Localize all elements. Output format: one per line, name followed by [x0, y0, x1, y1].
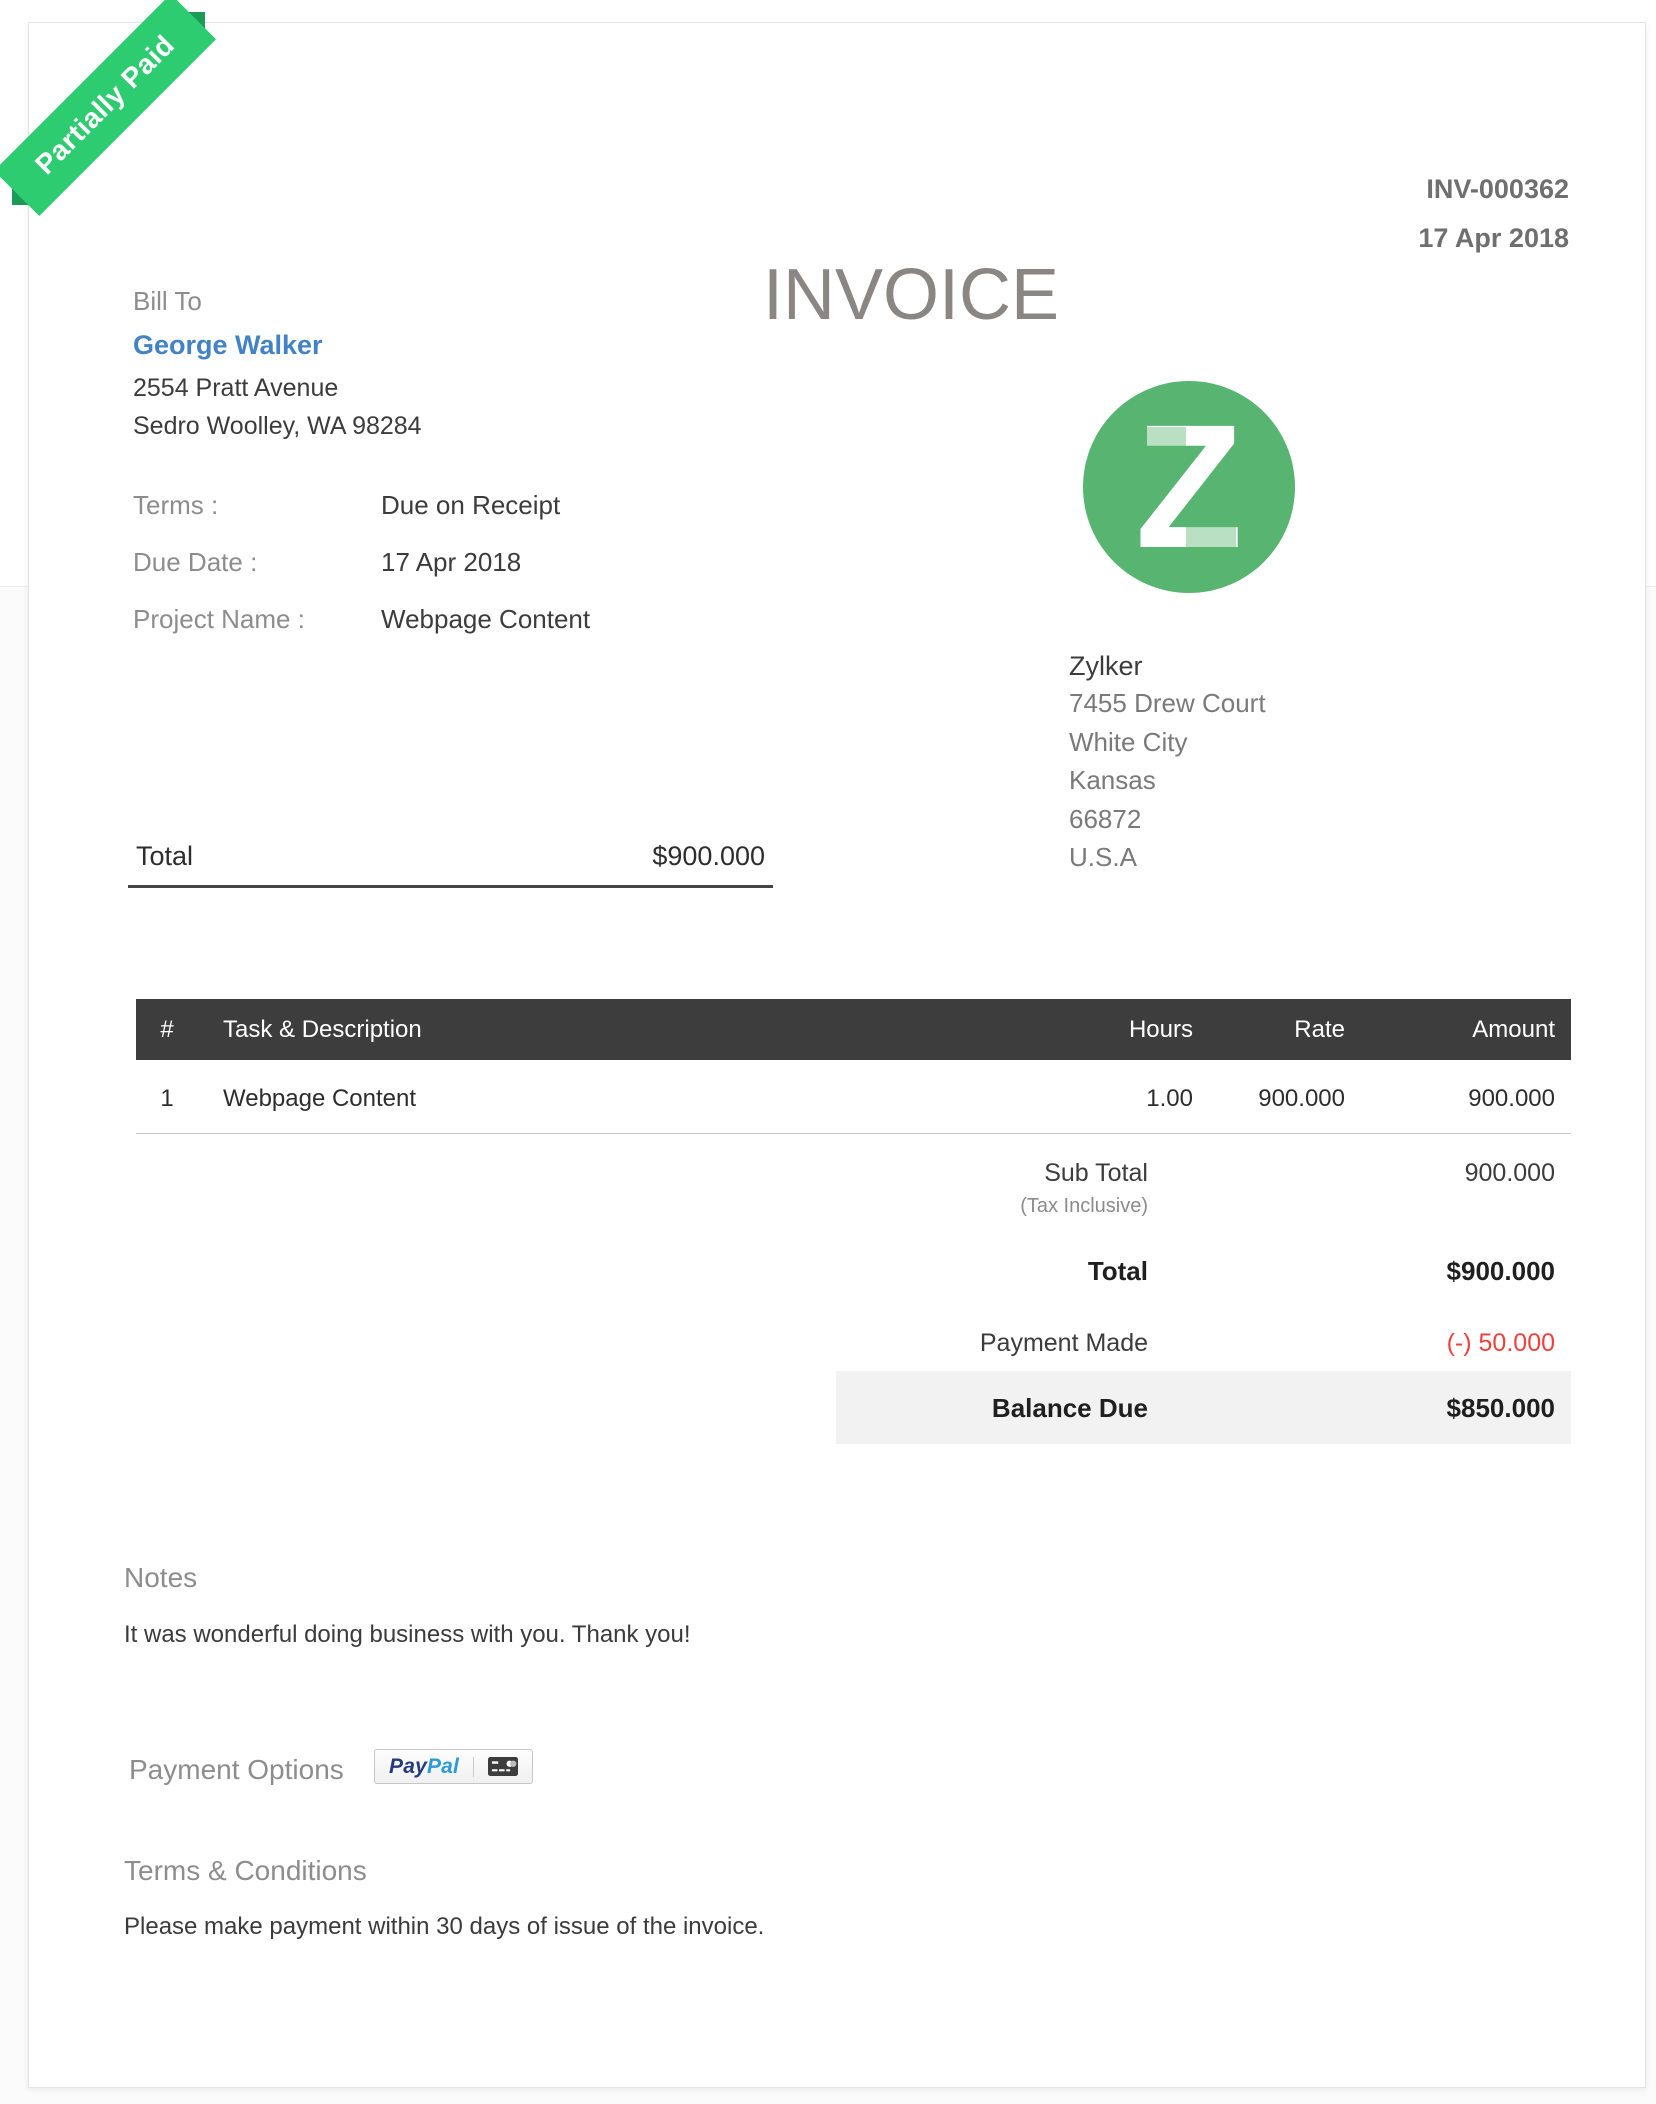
- company-address-line: White City: [1069, 723, 1266, 762]
- paypal-word-pal: Pal: [427, 1755, 459, 1778]
- logo-letter: Z: [1083, 381, 1295, 593]
- bill-to-label: Bill To: [133, 286, 422, 316]
- total-value: $900.000: [1148, 1254, 1571, 1288]
- items-table-header: # Task & Description Hours Rate Amount: [136, 999, 1571, 1060]
- invoice-meta: INV-000362 17 Apr 2018: [1418, 165, 1569, 263]
- total-row: Total $900.000: [836, 1254, 1571, 1288]
- cell-description: Webpage Content: [198, 1084, 1053, 1114]
- company-address-section: Zylker 7455 Drew Court White City Kansas…: [1069, 649, 1266, 877]
- payment-options-button[interactable]: PayPal: [374, 1749, 533, 1784]
- notes-body: It was wonderful doing business with you…: [124, 1619, 691, 1651]
- detail-row-terms: Terms : Due on Receipt: [133, 487, 590, 523]
- header-hours: Hours: [1053, 1016, 1193, 1044]
- header-rate: Rate: [1193, 1016, 1345, 1044]
- company-address-line: U.S.A: [1069, 838, 1266, 877]
- items-table: # Task & Description Hours Rate Amount 1…: [136, 999, 1571, 1134]
- detail-value: 17 Apr 2018: [381, 544, 521, 580]
- logo-sheen: [1186, 527, 1236, 555]
- payment-made-row: Payment Made (-) 50.000: [836, 1326, 1571, 1360]
- payment-divider: [473, 1757, 474, 1777]
- total-summary: Total $900.000: [128, 839, 773, 888]
- company-address-line: 66872: [1069, 800, 1266, 839]
- balance-due-row: Balance Due $850.000: [836, 1371, 1571, 1444]
- payment-options-heading: Payment Options: [129, 1752, 344, 1788]
- payment-made-value: (-) 50.000: [1148, 1326, 1571, 1360]
- invoice-date: 17 Apr 2018: [1418, 214, 1569, 263]
- balance-due-value: $850.000: [1148, 1391, 1571, 1425]
- cell-rate: 900.000: [1193, 1084, 1345, 1114]
- paypal-word-pay: Pay: [389, 1755, 427, 1778]
- company-address-line: Kansas: [1069, 761, 1266, 800]
- cell-index: 1: [136, 1084, 198, 1114]
- invoice-number: INV-000362: [1418, 165, 1569, 214]
- customer-address-line: Sedro Woolley, WA 98284: [133, 408, 422, 446]
- credit-card-icon[interactable]: [488, 1757, 518, 1776]
- invoice-page: INV-000362 17 Apr 2018 INVOICE Bill To G…: [28, 22, 1646, 2088]
- header-amount: Amount: [1345, 1016, 1571, 1044]
- detail-row-project: Project Name : Webpage Content: [133, 601, 590, 637]
- total-label: Total: [836, 1254, 1148, 1288]
- terms-body: Please make payment within 30 days of is…: [124, 1911, 764, 1943]
- subtotal-row: Sub Total 900.000: [836, 1156, 1571, 1190]
- company-address-line: 7455 Drew Court: [1069, 684, 1266, 723]
- detail-label: Terms :: [133, 487, 381, 523]
- bill-to-section: Bill To George Walker 2554 Pratt Avenue …: [133, 286, 422, 445]
- notes-heading: Notes: [124, 1560, 691, 1596]
- status-ribbon: Partially Paid: [0, 0, 230, 230]
- payment-made-label: Payment Made: [836, 1326, 1148, 1360]
- customer-address-line: 2554 Pratt Avenue: [133, 370, 422, 408]
- balance-due-label: Balance Due: [836, 1391, 1148, 1425]
- paypal-logo[interactable]: PayPal: [389, 1755, 459, 1779]
- header-index: #: [136, 1016, 198, 1044]
- logo-sheen: [1139, 427, 1186, 455]
- notes-section: Notes It was wonderful doing business wi…: [124, 1560, 691, 1651]
- company-logo-icon: Z: [1083, 381, 1295, 593]
- invoice-details: Terms : Due on Receipt Due Date : 17 Apr…: [133, 487, 590, 658]
- cell-amount: 900.000: [1345, 1084, 1571, 1114]
- terms-section: Terms & Conditions Please make payment w…: [124, 1853, 764, 1943]
- detail-value: Due on Receipt: [381, 487, 560, 523]
- tax-inclusive-note: (Tax Inclusive): [836, 1193, 1148, 1220]
- totals-section: Sub Total 900.000 (Tax Inclusive) Total …: [836, 1133, 1571, 1444]
- total-summary-label: Total: [136, 839, 193, 873]
- total-summary-value: $900.000: [652, 839, 765, 873]
- customer-name-link[interactable]: George Walker: [133, 329, 422, 361]
- header-description: Task & Description: [198, 1016, 1053, 1044]
- terms-heading: Terms & Conditions: [124, 1853, 764, 1889]
- subtotal-label: Sub Total: [836, 1156, 1148, 1190]
- detail-row-due-date: Due Date : 17 Apr 2018: [133, 544, 590, 580]
- subtotal-value: 900.000: [1148, 1156, 1571, 1190]
- cell-hours: 1.00: [1053, 1084, 1193, 1114]
- detail-value: Webpage Content: [381, 601, 590, 637]
- status-badge: Partially Paid: [0, 0, 216, 216]
- detail-label: Due Date :: [133, 544, 381, 580]
- invoice-title: INVOICE: [661, 259, 1161, 331]
- table-row: 1 Webpage Content 1.00 900.000 900.000: [136, 1060, 1571, 1134]
- company-name: Zylker: [1069, 649, 1266, 684]
- detail-label: Project Name :: [133, 601, 381, 637]
